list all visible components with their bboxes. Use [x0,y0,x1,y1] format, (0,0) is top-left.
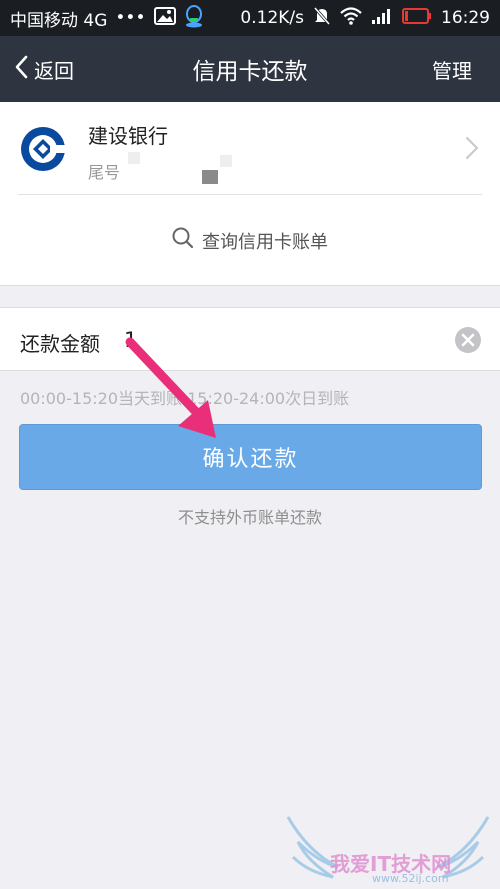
status-bar: 中国移动 4G ••• 0.12K/s 16:29 [0,0,500,36]
page-title: 信用卡还款 [192,59,308,85]
mute-icon [313,6,331,31]
network-speed: 0.12K/s [240,8,304,28]
search-icon [172,227,194,254]
clock: 16:29 [441,8,490,28]
amount-row: 还款金额 [0,307,500,371]
watermark-url: www.52ij.com [372,872,449,885]
masked-number-block [202,170,218,184]
bank-name: 建设银行 [88,124,168,148]
arrival-time-hint: 00:00-15:20当天到账 15:20-24:00次日到账 [20,389,350,408]
nav-bar: 返回 信用卡还款 管理 [0,36,500,102]
masked-number-block [128,152,140,164]
chevron-left-icon [14,55,28,84]
signal-icon [371,7,393,30]
chevron-right-icon [464,136,480,160]
image-icon [153,6,176,30]
confirm-repay-button[interactable]: 确认还款 [19,424,482,490]
back-label: 返回 [34,58,74,83]
wifi-icon [340,6,362,30]
bank-card-row[interactable]: 建设银行 尾号 [0,102,500,194]
amount-label: 还款金额 [20,332,100,356]
carrier-label: 中国移动 4G [10,10,108,31]
card-tail-label: 尾号 [88,163,121,182]
foreign-currency-note: 不支持外币账单还款 [177,508,322,527]
qq-icon [184,4,204,33]
back-button[interactable]: 返回 [14,36,74,102]
battery-icon [402,7,432,29]
bank-card-section: 建设银行 尾号 查询信用卡账单 [0,102,500,286]
masked-number-block [220,155,232,167]
query-bill-label: 查询信用卡账单 [202,231,328,253]
more-dots: ••• [115,8,146,28]
query-bill-link[interactable]: 查询信用卡账单 [0,195,500,286]
amount-input[interactable] [124,320,424,360]
clear-icon[interactable] [454,326,482,354]
manage-button[interactable]: 管理 [432,36,472,102]
ccb-logo-icon [20,126,66,172]
